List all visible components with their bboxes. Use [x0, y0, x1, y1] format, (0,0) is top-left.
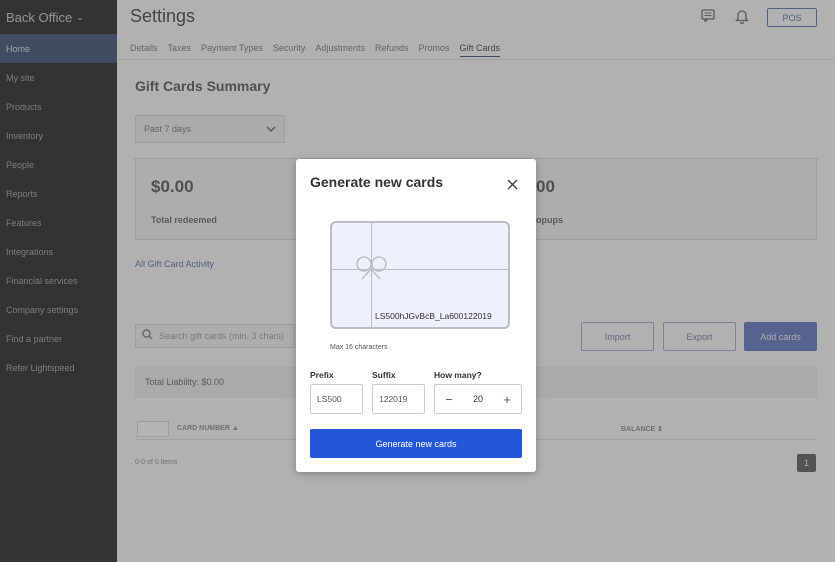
- max-chars-hint: Max 16 characters: [330, 344, 388, 351]
- generate-cards-button[interactable]: Generate new cards: [310, 429, 522, 458]
- how-many-label: How many?: [434, 370, 482, 380]
- suffix-input[interactable]: 122019: [372, 384, 425, 414]
- ribbon-bow-icon: [356, 256, 387, 280]
- card-code-preview: LS500hJGvBcB_La600122019: [375, 311, 492, 321]
- plus-icon[interactable]: +: [501, 392, 513, 407]
- modal-title: Generate new cards: [310, 174, 444, 190]
- prefix-label: Prefix: [310, 370, 334, 380]
- quantity-stepper: − 20 +: [434, 384, 522, 414]
- minus-icon[interactable]: −: [443, 392, 455, 407]
- gift-card-preview: LS500hJGvBcB_La600122019: [330, 221, 510, 329]
- quantity-value[interactable]: 20: [473, 394, 483, 404]
- suffix-label: Suffix: [372, 370, 396, 380]
- close-icon[interactable]: [502, 174, 522, 194]
- prefix-input[interactable]: LS500: [310, 384, 363, 414]
- generate-cards-modal: Generate new cards LS500hJGvBcB_La600122…: [296, 159, 536, 472]
